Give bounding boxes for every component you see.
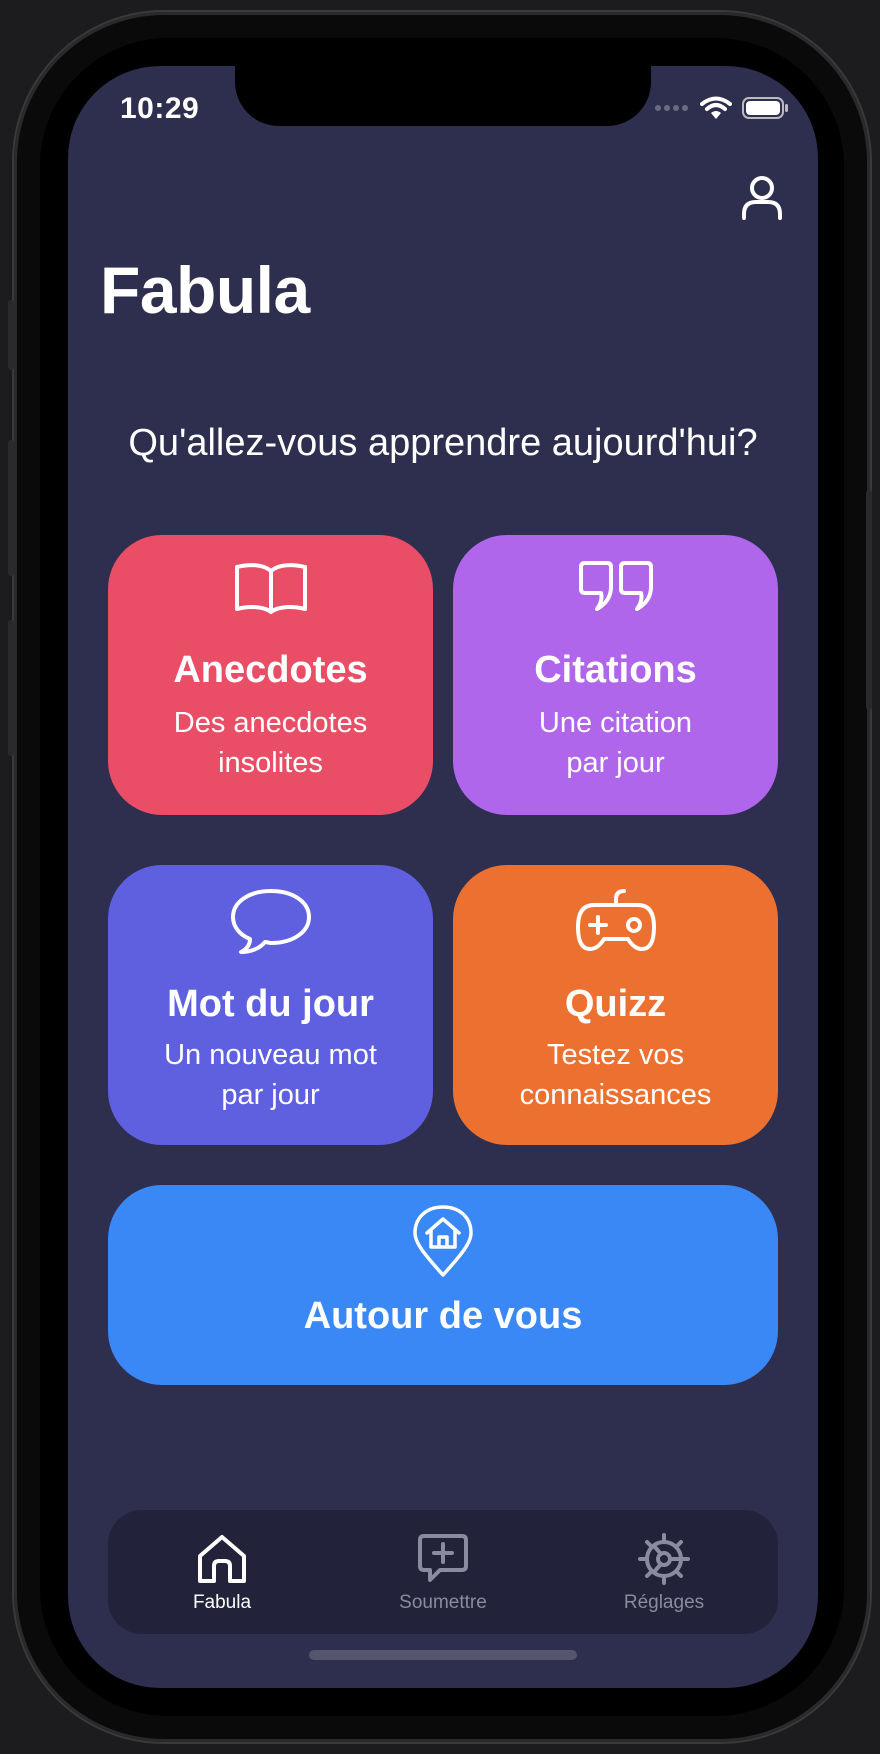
status-time: 10:29 — [120, 92, 200, 125]
quote-icon — [578, 561, 653, 611]
word-of-the-day-card[interactable]: Mot du jour Un nouveau mot par jour — [108, 865, 433, 1145]
card-subtitle-line: insolites — [218, 747, 323, 779]
profile-button[interactable] — [738, 174, 786, 222]
tab-label: Réglages — [623, 1592, 705, 1613]
quiz-card[interactable]: Quizz Testez vos connaissances — [453, 865, 778, 1145]
card-subtitle: Des anecdotes insolites — [128, 703, 413, 783]
card-subtitle-line: Testez vos — [547, 1039, 684, 1071]
card-title: Quizz — [564, 983, 667, 1025]
signal-icon — [655, 105, 688, 111]
tab-label: Soumettre — [399, 1592, 487, 1613]
page-title: Fabula — [100, 253, 310, 327]
home-indicator — [309, 1650, 577, 1660]
card-title: Citations — [534, 649, 697, 691]
card-subtitle-line: connaissances — [519, 1079, 712, 1111]
tab-label: Fabula — [192, 1592, 252, 1613]
add-message-icon — [418, 1534, 468, 1582]
card-subtitle-line: par jour — [221, 1079, 320, 1111]
mute-switch — [8, 300, 14, 370]
tab-bar: Fabula Soumettre Réglages — [108, 1510, 778, 1634]
phone-screen: 10:29 Fabula Qu'allez-vous apprendre auj… — [68, 66, 818, 1688]
gear-icon — [638, 1533, 690, 1585]
notch — [235, 66, 651, 126]
prompt-heading: Qu'allez-vous apprendre aujourd'hui? — [128, 422, 758, 464]
home-icon — [198, 1535, 246, 1583]
card-title: Anecdotes — [173, 649, 368, 691]
card-title: Mot du jour — [167, 983, 374, 1025]
tab-soumettre[interactable]: Soumettre — [353, 1510, 533, 1634]
card-subtitle: Testez vos connaissances — [473, 1035, 758, 1115]
anecdotes-card[interactable]: Anecdotes Des anecdotes insolites — [108, 535, 433, 815]
tab-fabula[interactable]: Fabula — [132, 1510, 312, 1634]
citations-card[interactable]: Citations Une citation par jour — [453, 535, 778, 815]
power-button — [866, 490, 872, 710]
card-title: Autour de vous — [303, 1295, 583, 1337]
card-subtitle: Un nouveau mot par jour — [128, 1035, 413, 1115]
location-home-icon — [413, 1205, 473, 1277]
volume-down-button — [8, 620, 14, 756]
speech-bubble-icon — [230, 889, 311, 954]
book-open-icon — [234, 563, 307, 614]
tab-reglages[interactable]: Réglages — [574, 1510, 754, 1634]
profile-icon — [742, 176, 782, 220]
battery-icon — [742, 97, 788, 119]
card-subtitle-line: Une citation — [538, 707, 693, 739]
wifi-icon — [700, 96, 732, 119]
around-you-card[interactable]: Autour de vous — [108, 1185, 778, 1385]
gamepad-icon — [575, 889, 656, 951]
volume-up-button — [8, 440, 14, 576]
card-subtitle-line: Des anecdotes — [173, 707, 368, 739]
card-subtitle: Une citation par jour — [473, 703, 758, 783]
status-icons — [654, 96, 790, 120]
card-subtitle-line: par jour — [566, 747, 665, 779]
card-subtitle-line: Un nouveau mot — [164, 1039, 377, 1071]
